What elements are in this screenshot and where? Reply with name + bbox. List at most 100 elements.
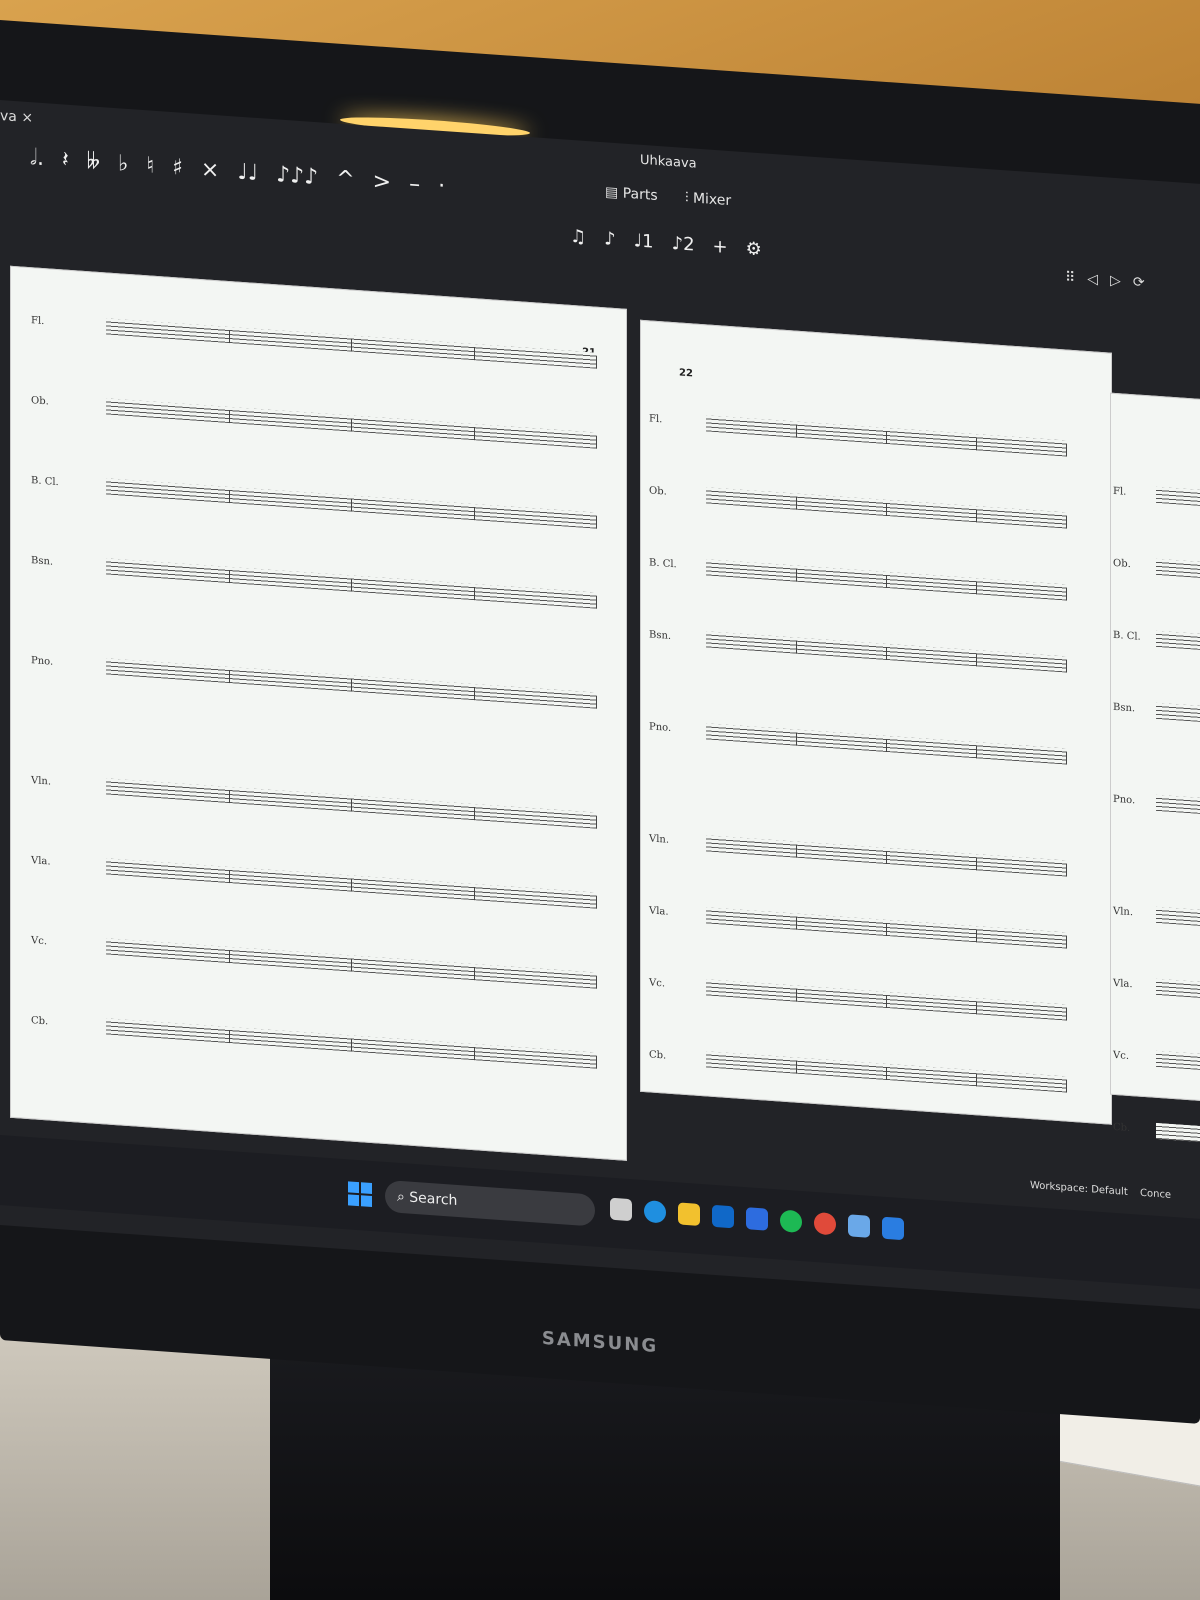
concert-pitch-toggle[interactable]: Conce	[1140, 1188, 1171, 1201]
sharp-icon[interactable]: ♯	[172, 155, 183, 181]
barline	[796, 732, 797, 746]
chrome-icon[interactable]	[814, 1211, 836, 1236]
search-icon: ⌕	[397, 1188, 410, 1206]
barline	[473, 427, 475, 441]
transport-button[interactable]: ▷	[1110, 273, 1121, 290]
staff[interactable]	[1156, 978, 1200, 998]
barline	[596, 895, 597, 909]
barline	[886, 850, 887, 865]
barline	[796, 568, 797, 582]
windows-start-icon[interactable]	[348, 1181, 372, 1208]
instrument-label: Ob.	[31, 395, 49, 408]
barline	[886, 430, 887, 445]
quarter-rest-icon[interactable]: 𝄽	[62, 147, 69, 172]
barline	[976, 1073, 977, 1087]
score-page-21[interactable]: 21 Fl.Ob.B. Cl.Bsn.Pno.Vln.Vla.Vc.Cb.	[10, 265, 627, 1161]
instrument-label: Bsn.	[649, 629, 672, 642]
instrument-label: Fl.	[649, 413, 663, 426]
barline	[886, 994, 887, 1009]
barline	[976, 745, 977, 759]
barline	[886, 1066, 887, 1081]
flat-icon[interactable]: ♭	[118, 151, 128, 177]
monitor: va × Uhkaava 𝅗𝅥. 𝄽 𝄫 ♭ ♮ ♯ × ♩♩ ♪♪♪ ^ > – · ▤ Parts …	[0, 20, 1200, 1424]
dotted-half-note-icon[interactable]: 𝅗𝅥.	[30, 145, 44, 171]
barline	[473, 807, 475, 821]
barline	[976, 857, 977, 871]
staff[interactable]	[1156, 1122, 1200, 1142]
barline	[596, 815, 597, 829]
barline	[796, 916, 797, 930]
staff[interactable]	[1156, 794, 1200, 814]
outlook-icon[interactable]	[712, 1204, 734, 1229]
instrument-label: Pno.	[31, 655, 54, 668]
double-flat-icon[interactable]: 𝄫	[87, 149, 100, 175]
staff[interactable]	[1156, 558, 1200, 578]
barline	[228, 949, 230, 964]
subtoolbar-button[interactable]: +	[713, 236, 728, 258]
instrument-label: Cb.	[31, 1015, 49, 1028]
staccato-icon[interactable]: ·	[438, 173, 445, 198]
transport-button[interactable]: ⠿	[1065, 269, 1075, 286]
instrument-label: Vln.	[31, 775, 52, 788]
skype-icon[interactable]	[882, 1216, 904, 1241]
subtoolbar-button[interactable]: ⚙	[746, 238, 762, 260]
mixer-button[interactable]: ⫶ Mixer	[685, 190, 731, 209]
barline	[596, 975, 597, 989]
instrument-label: Ob.	[649, 485, 667, 498]
barline	[596, 435, 597, 449]
score-page-22[interactable]: 22 Fl. Ob. B. Cl. Bsn. Pno. Vln. Vla. Vc. Cb.	[640, 319, 1112, 1125]
barline	[596, 595, 597, 609]
taskbar-search[interactable]: ⌕ Search	[385, 1179, 595, 1227]
document-tab[interactable]: va ×	[0, 108, 33, 126]
barline	[351, 958, 352, 972]
close-icon[interactable]: ×	[21, 109, 33, 126]
barline	[976, 929, 977, 943]
barline	[473, 587, 475, 601]
folder-icon[interactable]	[678, 1202, 700, 1226]
barline	[473, 347, 475, 361]
staff[interactable]	[1156, 702, 1200, 722]
spotify-icon[interactable]	[780, 1209, 802, 1234]
instrument-label: Vla.	[31, 855, 51, 868]
notation-app-icon[interactable]	[746, 1207, 768, 1231]
photos-icon[interactable]	[848, 1214, 870, 1238]
subtoolbar-button[interactable]: ♪2	[672, 233, 695, 256]
subtoolbar-button[interactable]: ♫	[570, 226, 586, 248]
instrument-label: B. Cl.	[31, 475, 59, 489]
transport-button[interactable]: ⟳	[1133, 274, 1145, 291]
barline	[473, 507, 475, 521]
marcato-icon[interactable]: ^	[336, 166, 354, 192]
barline	[1066, 1007, 1067, 1021]
subtoolbar-button[interactable]: ♪	[604, 228, 616, 250]
staff[interactable]	[1156, 486, 1200, 506]
barline	[886, 738, 887, 753]
edge-icon[interactable]	[644, 1200, 666, 1224]
barline	[473, 687, 475, 701]
barline	[351, 878, 352, 892]
accent-icon[interactable]: >	[373, 169, 391, 195]
instrument-label: Vla.	[649, 905, 669, 918]
barline	[1066, 1079, 1067, 1093]
staff[interactable]	[1156, 1050, 1200, 1070]
transport-button[interactable]: ◁	[1087, 271, 1098, 288]
tie-icon[interactable]: ♩♩	[237, 159, 258, 185]
barline	[228, 669, 230, 684]
natural-icon[interactable]: ♮	[146, 153, 154, 179]
score-page-23[interactable]: Fl. Ob. B. Cl. Bsn. Pno. Vln. Vla. Vc. Cb.	[1110, 392, 1200, 1142]
barline	[596, 1055, 597, 1069]
file-explorer-icon[interactable]	[610, 1197, 632, 1222]
instrument-label: Cb.	[649, 1049, 667, 1062]
taskbar-apps	[610, 1197, 904, 1241]
subtoolbar-button[interactable]: ♩1	[634, 230, 654, 252]
workspace-selector[interactable]: Workspace: Default	[1030, 1180, 1128, 1198]
barline	[976, 1001, 977, 1015]
staff[interactable]	[1156, 906, 1200, 926]
tenuto-icon[interactable]: –	[409, 171, 420, 197]
barline	[228, 789, 230, 804]
staff[interactable]	[1156, 630, 1200, 650]
slur-icon[interactable]: ♪♪♪	[276, 162, 318, 190]
barline	[473, 967, 475, 981]
instrument-label: Bsn.	[31, 555, 54, 568]
barline	[351, 418, 352, 432]
double-sharp-icon[interactable]: ×	[201, 157, 219, 183]
